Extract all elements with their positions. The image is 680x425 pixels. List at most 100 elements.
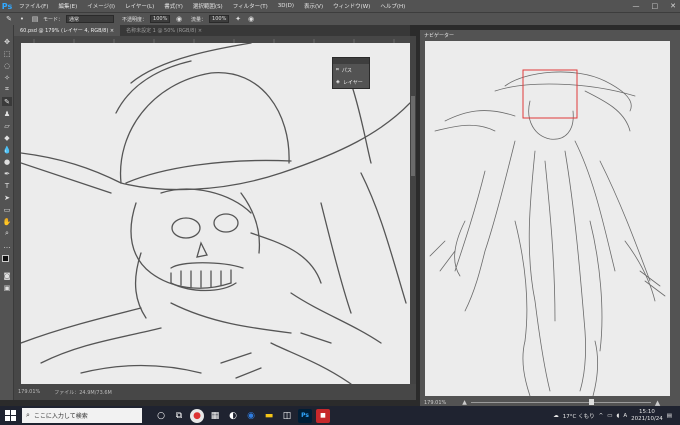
maximize-button[interactable]: □ <box>652 2 659 10</box>
marquee-tool-icon[interactable]: ⬚ <box>2 49 12 58</box>
menu-window[interactable]: ウィンドウ(W) <box>328 2 375 10</box>
paths-icon: ⌗ <box>336 67 339 73</box>
ime-indicator[interactable]: A <box>623 413 627 419</box>
flow-input[interactable]: 100% <box>209 15 230 23</box>
menu-help[interactable]: ヘルプ(H) <box>375 2 410 10</box>
screen-mode-icon[interactable]: ▣ <box>2 283 12 292</box>
brush-settings-icon[interactable]: ▤ <box>31 15 39 23</box>
notification-icon[interactable]: ▤ <box>667 413 672 419</box>
file-size-info[interactable]: ファイル：24.9M/73.6M <box>54 389 112 396</box>
app-icon-2[interactable]: ▦ <box>208 409 222 423</box>
vertical-ruler <box>14 43 21 384</box>
photoshop-logo: Ps <box>1 1 13 11</box>
paths-layers-panel: ⌗ パス ◈ レイヤー <box>332 57 370 89</box>
shape-tool-icon[interactable]: ▭ <box>2 205 12 214</box>
opacity-label: 不透明度： <box>122 16 148 23</box>
paths-panel-button[interactable]: ⌗ パス <box>333 64 369 76</box>
menu-layer[interactable]: レイヤー(L) <box>120 2 159 10</box>
network-icon[interactable]: ▭ <box>607 413 612 419</box>
layers-icon: ◈ <box>336 79 340 85</box>
menu-view[interactable]: 表示(V) <box>299 2 328 10</box>
edge-icon[interactable]: ◉ <box>244 409 258 423</box>
mode-select[interactable]: 通常 <box>66 15 115 23</box>
menu-3d[interactable]: 3D(D) <box>273 3 299 9</box>
volume-icon[interactable]: ◖ <box>616 413 619 419</box>
app-icon-4[interactable]: ◫ <box>280 409 294 423</box>
app-icon-3[interactable]: ◐ <box>226 409 240 423</box>
path-select-tool-icon[interactable]: ➤ <box>2 193 12 202</box>
menu-file[interactable]: ファイル(F) <box>14 2 53 10</box>
clock[interactable]: 15:10 2021/10/24 <box>631 409 663 423</box>
tray-chevron-icon[interactable]: ^ <box>599 413 604 419</box>
document-tabs: 60.psd @ 179% (レイヤー 4, RGB/8) × 名称未設定 1 … <box>14 25 410 36</box>
windows-taskbar: ⌕ ここに入力して検索 ○ ⧉ ● ▦ ◐ ◉ ▬ ◫ Ps ■ ☁ 17°C … <box>0 406 680 425</box>
minimize-button[interactable]: — <box>633 2 640 10</box>
menu-image[interactable]: イメージ(I) <box>82 2 120 10</box>
brush-tool-icon[interactable]: ✎ <box>5 15 13 23</box>
bucket-tool-icon[interactable]: ◆ <box>2 133 12 142</box>
navigator-zoom-readout[interactable]: 179.01% <box>424 400 446 406</box>
menu-select[interactable]: 選択範囲(S) <box>188 2 228 10</box>
opacity-input[interactable]: 100% <box>150 15 171 23</box>
taskbar-search-box[interactable]: ⌕ ここに入力して検索 <box>22 408 142 423</box>
brush-tool-icon[interactable]: ✎ <box>2 97 12 106</box>
tab-untitled-1[interactable]: 名称未設定 1 @ 50% (RGB/8) × <box>120 25 208 36</box>
tools-panel: ✥ ⬚ ◌ ✧ ⌗ ✎ ♟ ▱ ◆ 💧 ● ✒ T ➤ ▭ ✋ ⌕ … ◙ ▣ <box>0 25 14 400</box>
menu-bar: Ps ファイル(F) 編集(E) イメージ(I) レイヤー(L) 書式(Y) 選… <box>0 0 680 12</box>
tab-60-psd[interactable]: 60.psd @ 179% (レイヤー 4, RGB/8) × <box>14 25 121 36</box>
navigator-zoom-slider[interactable] <box>470 399 651 405</box>
navigator-thumbnail <box>429 69 666 396</box>
task-view-icon[interactable]: ⧉ <box>172 409 186 423</box>
foreground-color-swatch[interactable] <box>2 255 9 262</box>
vertical-scrollbar[interactable] <box>410 36 416 384</box>
window-controls: — □ ✕ <box>633 0 677 12</box>
zoom-tool-icon[interactable]: ⌕ <box>2 229 12 238</box>
zoom-out-icon[interactable]: ▲ <box>462 399 467 406</box>
quick-select-tool-icon[interactable]: ✧ <box>2 73 12 82</box>
clock-date: 2021/10/24 <box>631 415 663 422</box>
menu-filter[interactable]: フィルター(T) <box>228 2 273 10</box>
options-bar: ✎ • ▤ モード： 通常 不透明度： 100% ◉ 流量： 100% ✦ ◉ <box>0 12 680 25</box>
airbrush-icon[interactable]: ✦ <box>234 15 242 23</box>
brush-preset-icon[interactable]: • <box>18 15 26 23</box>
windows-icon[interactable] <box>5 410 16 421</box>
navigator-tab[interactable]: ナビゲーター <box>420 30 460 40</box>
close-button[interactable]: ✕ <box>670 2 676 10</box>
stamp-tool-icon[interactable]: ♟ <box>2 109 12 118</box>
hand-tool-icon[interactable]: ✋ <box>2 217 12 226</box>
pressure-opacity-icon[interactable]: ◉ <box>175 15 183 23</box>
photoshop-icon[interactable]: Ps <box>298 408 312 423</box>
app-icon-red[interactable]: ■ <box>316 408 330 423</box>
pressure-size-icon[interactable]: ◉ <box>247 15 255 23</box>
clock-time: 15:10 <box>639 408 655 415</box>
blur-tool-icon[interactable]: 💧 <box>2 145 12 154</box>
menu-type[interactable]: 書式(Y) <box>159 2 188 10</box>
lasso-tool-icon[interactable]: ◌ <box>2 61 12 70</box>
eraser-tool-icon[interactable]: ▱ <box>2 121 12 130</box>
move-tool-icon[interactable]: ✥ <box>2 37 12 46</box>
skull-sketch <box>21 43 410 384</box>
layers-panel-button[interactable]: ◈ レイヤー <box>333 76 369 88</box>
zoom-readout[interactable]: 179.01% <box>18 389 40 395</box>
status-bar: 179.01% ファイル：24.9M/73.6M <box>14 384 416 400</box>
paths-label: パス <box>341 67 352 74</box>
cortana-icon[interactable]: ○ <box>154 409 168 423</box>
pen-tool-icon[interactable]: ✒ <box>2 169 12 178</box>
more-tools-icon[interactable]: … <box>2 241 12 250</box>
horizontal-ruler <box>14 36 410 43</box>
type-tool-icon[interactable]: T <box>2 181 12 190</box>
drawing-canvas[interactable] <box>21 43 410 384</box>
quick-mask-icon[interactable]: ◙ <box>2 271 12 280</box>
navigator-view-box <box>522 69 578 119</box>
weather-text[interactable]: 17°C くもり <box>563 412 595 420</box>
layers-label: レイヤー <box>342 79 363 86</box>
chrome-icon[interactable]: ● <box>190 408 204 423</box>
system-tray: ☁ 17°C くもり ^ ▭ ◖ A 15:10 2021/10/24 ▤ <box>553 406 672 425</box>
menu-edit[interactable]: 編集(E) <box>53 2 82 10</box>
crop-tool-icon[interactable]: ⌗ <box>2 85 12 94</box>
search-icon: ⌕ <box>26 411 30 419</box>
dodge-tool-icon[interactable]: ● <box>2 157 12 166</box>
navigator-preview[interactable] <box>425 41 670 396</box>
explorer-icon[interactable]: ▬ <box>262 409 276 423</box>
weather-icon[interactable]: ☁ <box>553 413 559 419</box>
